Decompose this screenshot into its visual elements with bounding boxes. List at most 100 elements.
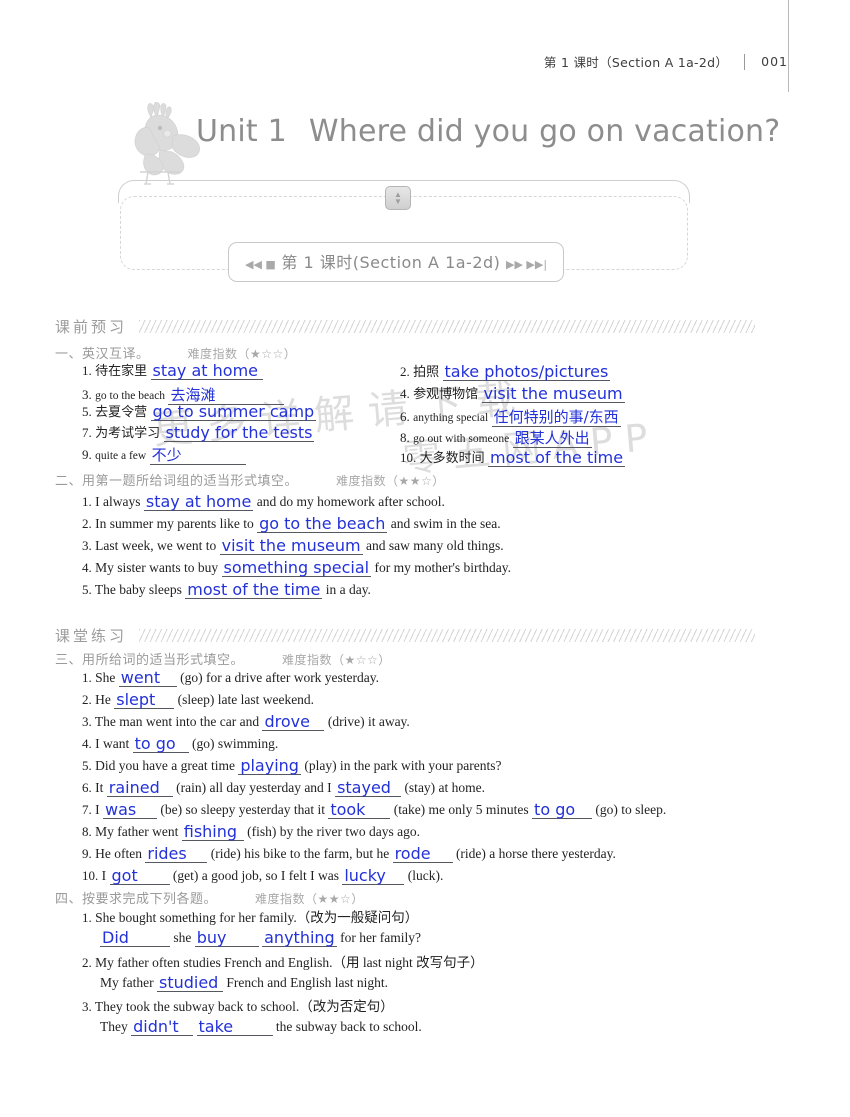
item-answer[interactable]: study for the tests <box>163 425 315 442</box>
item-answer-2[interactable]: rode <box>392 846 453 863</box>
item-number: 4. <box>400 386 410 401</box>
list-item: 7. I was (be) so sleepy yesterday that i… <box>82 802 666 819</box>
item-text-after: (rain) all day yesterday and I <box>176 780 332 795</box>
item-answer-2[interactable]: stayed <box>335 780 402 797</box>
item-prompt: 为考试学习 <box>95 426 161 441</box>
item-answer[interactable]: playing <box>238 758 301 775</box>
item-text-after: in a day. <box>325 582 371 597</box>
running-head-separator <box>744 53 746 70</box>
difficulty-index: 难度指数（★★☆） <box>255 892 364 906</box>
worksheet-page: 第 1 课时（Section A 1a-2d） 001 Unit 1 Where… <box>0 0 850 1117</box>
page-title: Unit 1 Where did you go on vacation? <box>196 114 780 149</box>
item-answer-3[interactable]: anything <box>262 930 337 947</box>
item-text-after-2: (take) me only 5 minutes <box>393 802 529 817</box>
item-text-mid: she <box>173 930 192 945</box>
item-answer[interactable]: stay at home <box>143 494 254 511</box>
list-item: 3. They took the subway back to school.（… <box>82 999 394 1016</box>
item-answer[interactable]: 任何特别的事/东西 <box>491 410 621 427</box>
list-item: 1. She went (go) for a drive after work … <box>82 670 379 687</box>
item-answer[interactable]: studied <box>156 975 223 992</box>
item-answer[interactable]: visit the museum <box>219 538 363 555</box>
item-answer-2[interactable]: take <box>196 1019 273 1036</box>
list-item: 10. 大多数时间 most of the time <box>400 450 626 467</box>
item-number: 5. <box>82 582 92 597</box>
part-title: 三、用所给词的适当形式填空。 <box>55 653 245 668</box>
item-answer-2[interactable]: took <box>328 802 391 819</box>
list-item: 2. In summer my parents like to go to th… <box>82 516 501 533</box>
item-answer[interactable]: rides <box>145 846 208 863</box>
item-answer[interactable]: take photos/pictures <box>442 364 611 381</box>
item-answer[interactable]: 不少 <box>149 448 246 465</box>
item-number: 3. <box>82 714 92 729</box>
item-text-before: In summer my parents like to <box>95 516 254 531</box>
item-number: 2. <box>400 364 410 379</box>
item-answer[interactable]: went <box>118 670 177 687</box>
item-answer[interactable]: slept <box>114 692 175 709</box>
part-title: 二、用第一题所给词组的适当形式填空。 <box>55 474 299 489</box>
item-number: 8. <box>400 430 410 445</box>
item-number: 1. <box>82 494 92 509</box>
part-heading-1: 一、英汉互译。 难度指数（★☆☆） <box>55 343 775 362</box>
item-answer[interactable]: rained <box>106 780 173 797</box>
item-prompt: go to the beach <box>95 390 166 402</box>
item-prompt: anything special <box>413 412 489 424</box>
item-prompt: 参观博物馆 <box>413 387 479 402</box>
item-text-after: French and English last night. <box>226 975 388 990</box>
item-question: They took the subway back to school.（改为否… <box>94 999 394 1014</box>
item-answer[interactable]: visit the museum <box>481 386 625 403</box>
item-number: 4. <box>82 560 92 575</box>
item-text-before: I <box>101 868 107 883</box>
item-answer[interactable]: to go <box>132 736 189 753</box>
item-text-before: I <box>95 802 100 817</box>
running-head: 第 1 课时（Section A 1a-2d） 001 <box>544 52 788 71</box>
item-text-after: (play) in the park with your parents? <box>304 758 502 773</box>
item-text-before: The baby sleeps <box>94 582 182 597</box>
item-text-after-3: (go) to sleep. <box>595 802 667 817</box>
part-title: 四、按要求完成下列各题。 <box>55 892 218 907</box>
item-answer[interactable]: was <box>103 802 157 819</box>
item-answer[interactable]: go to the beach <box>257 516 388 533</box>
item-answer-3[interactable]: to go <box>532 802 593 819</box>
list-item: 3. The man went into the car and drove (… <box>82 714 410 731</box>
answer-line: Did she buy anything for her family? <box>100 930 421 947</box>
item-answer[interactable]: fishing <box>181 824 244 841</box>
item-answer[interactable]: something special <box>221 560 372 577</box>
item-answer[interactable]: Did <box>100 930 170 947</box>
item-text-before: She <box>95 670 116 685</box>
item-answer[interactable]: 跟某人外出 <box>512 431 592 448</box>
item-question: She bought something for her family.（改为一… <box>95 910 419 925</box>
item-answer[interactable]: drove <box>262 714 325 731</box>
section-hatch-bar <box>139 629 755 642</box>
list-item: 8. My father went fishing (fish) by the … <box>82 824 420 841</box>
answer-line: My father studied French and English las… <box>100 975 388 992</box>
item-number: 9. <box>82 447 92 462</box>
item-number: 1. <box>82 910 92 925</box>
item-answer[interactable]: got <box>109 868 170 885</box>
item-number: 3. <box>82 999 92 1014</box>
item-answer[interactable]: go to summer camp <box>150 404 317 421</box>
unit-number: Unit 1 <box>196 114 287 149</box>
answer-line: They didn't take the subway back to scho… <box>100 1019 422 1036</box>
item-text-after: for my mother's birthday. <box>374 560 512 575</box>
item-answer-2[interactable]: lucky <box>342 868 405 885</box>
list-item: 4. My sister wants to buy something spec… <box>82 560 511 577</box>
item-text-after: (get) a good job, so I felt I was <box>172 868 339 883</box>
item-answer[interactable]: didn't <box>131 1019 194 1036</box>
item-text-after: the subway back to school. <box>275 1019 422 1034</box>
list-item: 2. He slept (sleep) late last weekend. <box>82 692 314 709</box>
item-prompt: 拍照 <box>413 365 440 380</box>
list-item: 3. Last week, we went to visit the museu… <box>82 538 504 555</box>
difficulty-index: 难度指数（★☆☆） <box>282 653 391 667</box>
item-answer[interactable]: stay at home <box>150 363 263 380</box>
item-prompt: 去夏令营 <box>95 405 148 420</box>
item-answer[interactable]: most of the time <box>488 450 626 467</box>
list-item: 10. I got (get) a good job, so I felt I … <box>82 868 443 885</box>
item-text-before: I always <box>95 494 141 509</box>
item-text-before: It <box>95 780 104 795</box>
item-answer-2[interactable]: buy <box>194 930 259 947</box>
item-number: 6. <box>82 780 92 795</box>
section-header-label: 课前预习 <box>55 318 128 336</box>
section-header-preview: 课前预习 <box>55 316 755 337</box>
item-answer[interactable]: most of the time <box>185 582 323 599</box>
item-text-before: I want <box>95 736 130 751</box>
